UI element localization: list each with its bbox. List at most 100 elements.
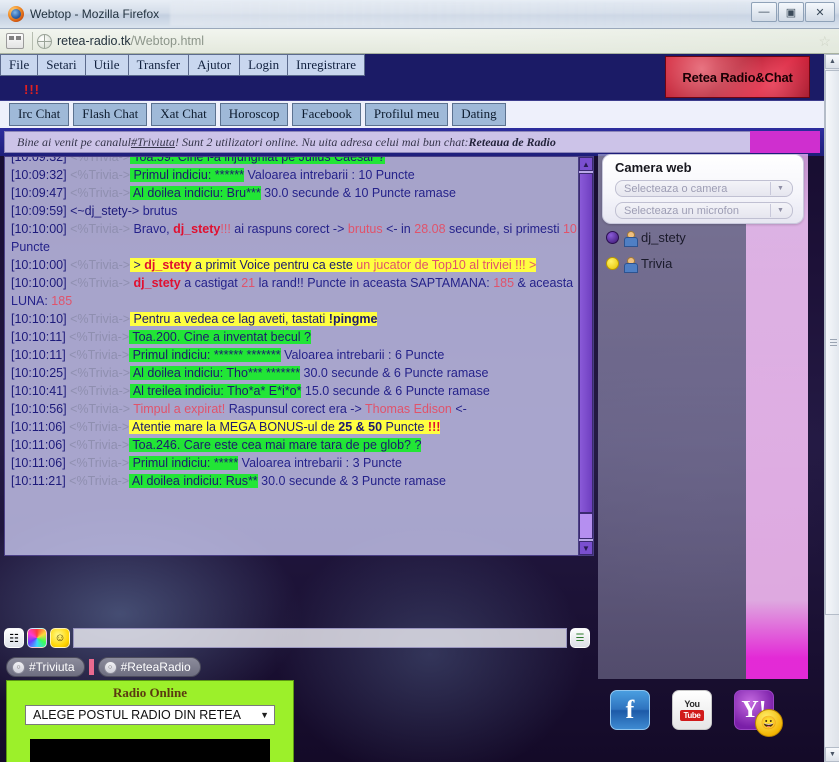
chat-text-segment: Bravo, — [130, 222, 174, 236]
chat-text-segment: Thomas Edison — [365, 402, 452, 416]
chat-scroll-thumb[interactable] — [579, 173, 593, 513]
chat-scroll-down-icon[interactable]: ▼ — [579, 541, 593, 555]
page-scrollbar[interactable]: ▲ ▼ — [824, 54, 839, 762]
chat-message-input[interactable] — [73, 628, 567, 648]
camera-select-label: Selecteaza o camera — [624, 182, 728, 195]
chat-text-segment: a primit — [191, 258, 240, 272]
chat-text-segment: !!! — [427, 420, 441, 434]
channel-icon: ○ — [103, 660, 117, 674]
chat-log-panel[interactable]: [10:09:32] <%Trivia-> Toa.59. Cine l-a i… — [4, 156, 590, 556]
chat-text-segment: 21 — [241, 276, 256, 290]
user-list-item[interactable]: dj_stety — [606, 230, 686, 247]
chat-timestamp: [10:11:06] — [11, 438, 70, 452]
chat-nick: <%Trivia-> — [70, 366, 131, 380]
chat-timestamp: [10:10:11] — [11, 330, 70, 344]
menu-item-file[interactable]: File — [0, 54, 39, 76]
chat-line: [10:10:56] <%Trivia-> Timpul a expirat! … — [11, 400, 585, 418]
menu-item-ajutor[interactable]: Ajutor — [189, 54, 241, 76]
microphone-select[interactable]: Selecteaza un microfon ▼ — [615, 202, 793, 219]
script-icon[interactable]: ☷ — [4, 628, 24, 648]
radio-panel-title: Radio Online — [112, 685, 188, 700]
chat-text-segment: dj_stety — [130, 276, 181, 290]
chat-text-segment: <- in — [382, 222, 415, 236]
welcome-prefix: Bine ai venit pe canalul — [17, 134, 131, 149]
site-tab-irc-chat[interactable]: Irc Chat — [9, 103, 70, 126]
channel-tab-label: #ReteaRadio — [120, 660, 191, 674]
chat-nick: <%Trivia-> — [69, 438, 130, 452]
chat-timestamp: [10:10:41] — [11, 384, 71, 398]
bookmark-star-icon[interactable]: ☆ — [818, 33, 831, 50]
page-scroll-down-icon[interactable]: ▼ — [825, 747, 839, 762]
chat-line: [10:10:41] <%Trivia-> Al treilea indiciu… — [11, 382, 585, 400]
chevron-down-icon[interactable]: ▼ — [770, 182, 790, 195]
yahoo-messenger-icon[interactable]: Y! 😀 — [734, 690, 783, 737]
facebook-icon[interactable]: f — [610, 690, 650, 730]
user-list-item[interactable]: Trivia — [606, 256, 672, 273]
radio-station-select[interactable]: ALEGE POSTUL RADIO DIN RETEA ▼ — [25, 705, 275, 725]
site-tab-facebook[interactable]: Facebook — [292, 103, 361, 126]
chat-text-segment: Atentie mare la MEGA BONUS-ul de — [129, 420, 339, 434]
chat-timestamp: [10:10:00] — [11, 222, 71, 236]
chat-text-segment: Puncte — [382, 420, 428, 434]
camera-select[interactable]: Selecteaza o camera ▼ — [615, 180, 793, 197]
chat-text-segment: Valoarea intrebarii : 3 Puncte — [238, 456, 402, 470]
url-path: /Webtop.html — [130, 34, 205, 48]
site-tab-dating[interactable]: Dating — [452, 103, 506, 126]
page-scroll-thumb[interactable] — [825, 70, 839, 615]
url-host: retea-radio.tk — [57, 34, 131, 48]
chat-text-segment: 15.0 secunde & 6 Puncte ramase — [301, 384, 490, 398]
site-identity-globe-icon[interactable] — [37, 33, 52, 49]
welcome-channel-link[interactable]: #Triviuta — [131, 135, 175, 150]
chat-nick: <%Trivia-> — [69, 456, 130, 470]
menu-item-inregistrare[interactable]: Inregistrare — [288, 54, 366, 76]
site-tab-flash-chat[interactable]: Flash Chat — [73, 103, 148, 126]
site-logo-text: Retea Radio&Chat — [682, 69, 793, 85]
chat-line: [10:09:47] <%Trivia-> Al doilea indiciu:… — [11, 184, 585, 202]
channel-tab-triviuta[interactable]: ○ #Triviuta — [6, 657, 85, 677]
chat-nick: <%Trivia-> — [70, 384, 131, 398]
chat-text-segment: Al treilea indiciu: Tho*a* E*i*o* — [130, 384, 302, 398]
welcome-banner: Bine ai venit pe canalul #Triviuta! Sunt… — [0, 128, 824, 156]
web-page-content: File Setari Utile Transfer Ajutor Login Inregi… — [0, 54, 824, 762]
chat-scroll-up-icon[interactable]: ▲ — [579, 157, 593, 171]
chat-text-segment: Raspunsul corect era -> — [225, 402, 366, 416]
chat-scroll-thumb-lower[interactable] — [579, 513, 593, 539]
site-tab-profilul-meu[interactable]: Profilul meu — [364, 103, 449, 126]
chat-scrollbar[interactable]: ▲ ▼ — [578, 156, 594, 556]
color-picker-icon[interactable] — [27, 628, 47, 648]
chat-text-segment: !pingme — [328, 312, 378, 326]
chat-timestamp: [10:10:25] — [11, 366, 71, 380]
maximize-button[interactable]: ▣ — [778, 2, 804, 22]
close-button[interactable]: ✕ — [805, 2, 835, 22]
tab-list-icon[interactable] — [6, 33, 24, 49]
chat-text-segment: <- — [451, 402, 467, 416]
site-tab-horoscop[interactable]: Horoscop — [219, 103, 289, 126]
chevron-down-icon[interactable]: ▼ — [260, 710, 269, 720]
chat-timestamp: [10:10:00] — [11, 276, 71, 290]
menu-item-login[interactable]: Login — [240, 54, 289, 76]
chat-text-segment: 30.0 secunde & 6 Puncte ramase — [300, 366, 489, 380]
address-bar[interactable]: retea-radio.tk/Webtop.html — [57, 34, 204, 48]
menu-item-setari[interactable]: Setari — [38, 54, 86, 76]
minimize-button[interactable]: — — [751, 2, 777, 22]
scroll-grip-icon — [830, 339, 837, 346]
channel-tab-retearadio[interactable]: ○ #ReteaRadio — [97, 657, 201, 677]
youtube-icon[interactable]: You Tube — [672, 690, 712, 730]
send-icon[interactable]: ☰ — [570, 628, 590, 648]
radio-player-embed[interactable] — [30, 739, 270, 762]
webcam-panel: Camera web Selecteaza o camera ▼ Selecte… — [602, 154, 804, 224]
nav-bar-backdrop — [420, 29, 839, 53]
page-scroll-up-icon[interactable]: ▲ — [825, 54, 839, 69]
window-controls: — ▣ ✕ — [751, 2, 835, 22]
chat-text-segment: 30.0 secunde & 10 Puncte ramase — [260, 186, 456, 200]
chat-text-segment: Puncte — [11, 240, 50, 254]
chat-text-segment: 185 — [493, 276, 515, 290]
chat-text-segment: Primul indiciu: ****** — [130, 168, 244, 182]
menu-item-utile[interactable]: Utile — [85, 54, 129, 76]
chat-nick: <%Trivia-> — [70, 402, 131, 416]
menu-item-transfer[interactable]: Transfer — [128, 54, 190, 76]
smiley-icon[interactable]: ☺ — [50, 628, 70, 648]
chat-line: [10:10:00] <%Trivia-> > dj_stety a primi… — [11, 256, 585, 274]
chevron-down-icon[interactable]: ▼ — [770, 204, 790, 217]
site-tab-xat-chat[interactable]: Xat Chat — [151, 103, 216, 126]
